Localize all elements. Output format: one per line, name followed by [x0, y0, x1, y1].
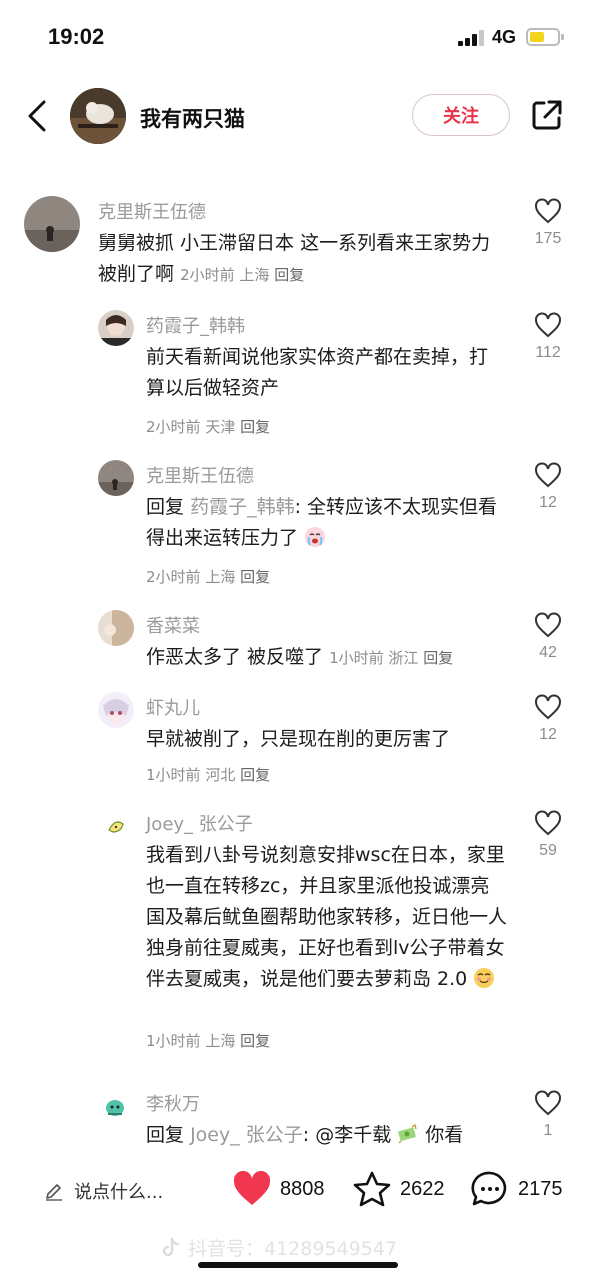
bottom-action-bar: 说点什么... 8808 2622 2175	[0, 1156, 592, 1226]
user-avatar[interactable]	[98, 460, 134, 496]
status-time: 19:02	[48, 24, 105, 49]
comment-meta: 1小时前 上海 回复	[146, 1032, 271, 1050]
network-type: 4G	[492, 27, 517, 47]
comment-username[interactable]: 药霞子_韩韩	[146, 312, 245, 338]
comment-meta: 1小时前 浙江 回复	[329, 649, 454, 667]
reply-link[interactable]: 回复	[423, 649, 453, 667]
heart-outline-icon[interactable]	[534, 612, 562, 638]
like-count: 112	[535, 344, 561, 361]
like-control[interactable]: 42	[528, 612, 568, 662]
comment-text: 舅舅被抓 小王滞留日本 这一系列看来王家势力被削了啊 2小时前 上海 回复	[98, 232, 491, 285]
comment-meta: 2小时前 上海 回复	[146, 568, 271, 586]
share-icon[interactable]	[530, 98, 564, 132]
comment-bubble-icon	[471, 1171, 507, 1206]
comment-username[interactable]: 虾丸儿	[146, 694, 200, 720]
like-count: 42	[539, 644, 557, 661]
user-avatar[interactable]	[98, 610, 134, 646]
user-avatar[interactable]	[24, 196, 80, 252]
comment-username[interactable]: 李秋万	[146, 1090, 200, 1116]
like-control[interactable]: 12	[528, 694, 568, 744]
back-arrow-icon[interactable]	[24, 98, 50, 134]
comment-username[interactable]: Joey_ 张公子	[146, 810, 253, 836]
like-button[interactable]: 8808	[232, 1170, 325, 1208]
heart-outline-icon[interactable]	[534, 312, 562, 338]
heart-outline-icon[interactable]	[534, 810, 562, 836]
comment-meta: 2小时前 天津 回复	[146, 418, 271, 436]
user-avatar[interactable]	[100, 1092, 130, 1122]
reply-target-username[interactable]: 药霞子_韩韩	[190, 496, 295, 518]
pencil-icon	[46, 1184, 62, 1201]
follow-button[interactable]: 关注	[412, 94, 510, 136]
heart-outline-icon[interactable]	[534, 462, 562, 488]
signal-icon	[458, 30, 486, 46]
status-bar: 19:02 4G	[0, 0, 592, 76]
author-avatar[interactable]	[70, 88, 126, 144]
comment-username[interactable]: 克里斯王伍德	[98, 198, 206, 224]
like-count: 175	[534, 230, 562, 247]
like-count: 12	[539, 494, 557, 511]
comment-meta: 1小时前 河北 回复	[146, 766, 271, 784]
douyin-logo-icon	[162, 1237, 180, 1256]
page-title: 我有两只猫	[140, 107, 245, 131]
comment-meta: 2小时前 上海 回复	[180, 266, 305, 284]
heart-outline-icon[interactable]	[534, 198, 562, 224]
like-control[interactable]: 1	[528, 1090, 568, 1140]
like-control[interactable]: 175	[528, 198, 568, 248]
like-control[interactable]: 12	[528, 462, 568, 512]
comment-button[interactable]: 2175	[470, 1170, 563, 1208]
heart-filled-icon	[233, 1170, 271, 1205]
comment-text: 早就被削了，只是现在削的更厉害了	[146, 728, 451, 750]
like-count: 1	[543, 1122, 553, 1139]
user-avatar[interactable]	[98, 310, 134, 346]
crying-emoji-icon	[305, 527, 326, 547]
heart-outline-icon[interactable]	[534, 1090, 562, 1116]
like-total: 8808	[280, 1177, 325, 1200]
smug-emoji-icon	[474, 968, 495, 988]
battery-icon	[526, 28, 564, 46]
reply-link[interactable]: 回复	[240, 568, 270, 586]
comment-input[interactable]: 说点什么...	[44, 1178, 163, 1204]
favorite-button[interactable]: 2622	[352, 1170, 445, 1208]
home-indicator[interactable]	[198, 1262, 398, 1268]
comment-text: 作恶太多了 被反噬了 1小时前 浙江 回复	[146, 646, 454, 668]
like-control[interactable]: 112	[528, 312, 568, 362]
reply-link[interactable]: 回复	[274, 266, 304, 284]
favorite-total: 2622	[400, 1177, 445, 1200]
heart-outline-icon[interactable]	[534, 694, 562, 720]
star-icon	[353, 1171, 391, 1207]
header: 我有两只猫 关注	[0, 76, 592, 156]
user-avatar[interactable]	[100, 810, 130, 840]
comment-list[interactable]: 克里斯王伍德 舅舅被抓 小王滞留日本 这一系列看来王家势力被削了啊 2小时前 上…	[0, 156, 592, 1156]
comment-text: 我看到八卦号说刻意安排wsc在日本，家里也一直在转移zc，并且家里派他投诚漂亮国…	[146, 844, 508, 990]
user-avatar[interactable]	[98, 692, 134, 728]
comment-text: 回复 药霞子_韩韩: 全转应该不太现实但看得出来运转压力了	[146, 496, 498, 549]
reply-target-username[interactable]: Joey_ 张公子	[190, 1124, 303, 1146]
reply-link[interactable]: 回复	[240, 418, 270, 436]
comment-input-placeholder: 说点什么...	[74, 1182, 164, 1203]
comment-username[interactable]: 克里斯王伍德	[146, 462, 254, 488]
like-count: 12	[539, 726, 557, 743]
comment-text: 前天看新闻说他家实体资产都在卖掉，打算以后做轻资产	[146, 346, 489, 399]
comment-username[interactable]: 香菜菜	[146, 612, 200, 638]
money-emoji-icon	[398, 1123, 417, 1144]
like-control[interactable]: 59	[528, 810, 568, 860]
douyin-watermark: 抖音号：41289549547	[160, 1234, 397, 1261]
reply-link[interactable]: 回复	[240, 1032, 270, 1050]
like-count: 59	[539, 842, 557, 859]
comment-total: 2175	[518, 1177, 563, 1200]
comment-text: 回复 Joey_ 张公子: @李千载 你看	[146, 1123, 464, 1146]
reply-link[interactable]: 回复	[240, 766, 270, 784]
